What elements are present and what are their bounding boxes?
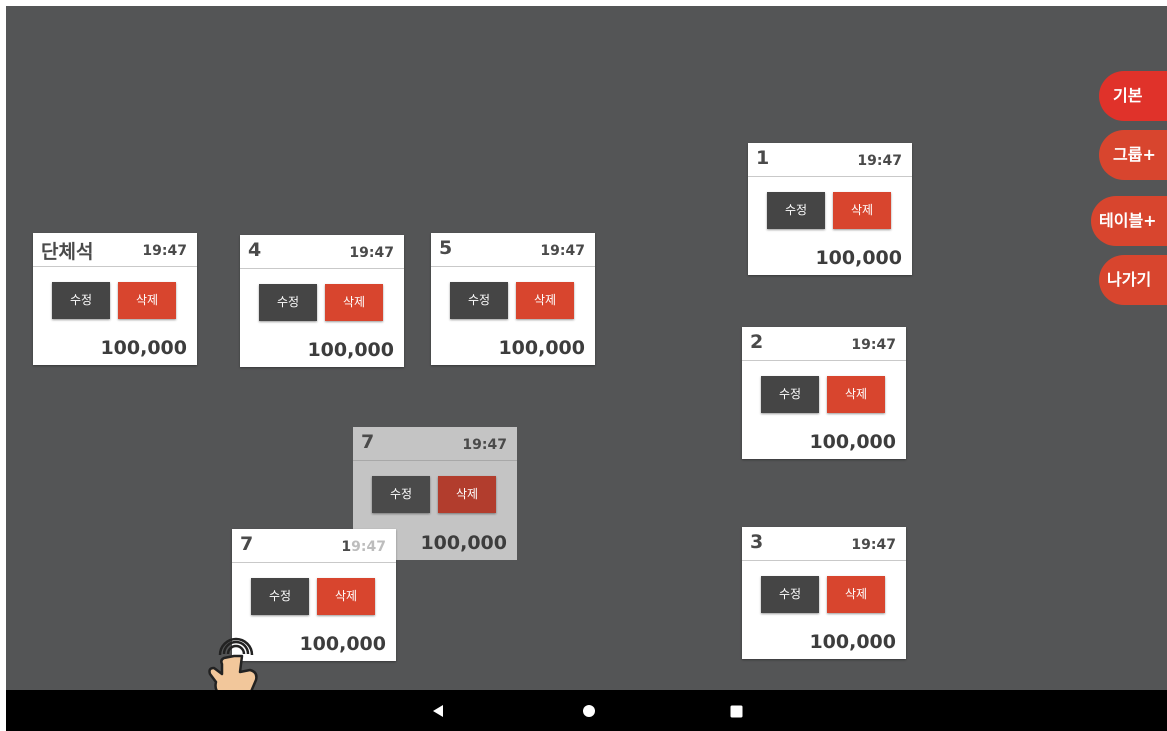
- table-total: 100,000: [307, 339, 394, 361]
- table-time: 19:47: [341, 539, 386, 555]
- card-divider: [742, 560, 906, 561]
- table-total: 100,000: [100, 337, 187, 359]
- table-number: 5: [439, 237, 453, 259]
- table-number: 7: [240, 533, 254, 555]
- delete-button[interactable]: 삭제: [516, 282, 574, 319]
- delete-button[interactable]: 삭제: [827, 576, 885, 613]
- table-time: 19:47: [851, 337, 896, 353]
- card-divider: [240, 268, 404, 269]
- table-number: 4: [248, 239, 262, 261]
- table-card-5[interactable]: 5 19:47 수정 삭제 100,000: [431, 233, 595, 365]
- delete-button[interactable]: 삭제: [833, 192, 891, 229]
- card-divider: [232, 562, 396, 563]
- card-divider: [33, 266, 197, 267]
- floor-plan-canvas[interactable]: 단체석 19:47 수정 삭제 100,000 4 19:47 수정 삭제 10…: [6, 6, 1167, 690]
- table-total: 100,000: [809, 631, 896, 653]
- table-total: 100,000: [498, 337, 585, 359]
- card-divider: [431, 266, 595, 267]
- add-group-button[interactable]: 그룹+: [1099, 130, 1167, 180]
- tap-hand-icon: [208, 637, 258, 700]
- table-card-2[interactable]: 2 19:47 수정 삭제 100,000: [742, 327, 906, 459]
- delete-button[interactable]: 삭제: [827, 376, 885, 413]
- table-number: 2: [750, 331, 764, 353]
- table-card-group[interactable]: 단체석 19:47 수정 삭제 100,000: [33, 233, 197, 365]
- recents-square-icon[interactable]: [730, 705, 743, 718]
- table-total: 100,000: [299, 633, 386, 655]
- delete-button[interactable]: 삭제: [317, 578, 375, 615]
- card-divider: [353, 460, 517, 461]
- table-number: 단체석: [41, 241, 94, 263]
- edit-button: 수정: [372, 476, 430, 513]
- table-time: 19:47: [851, 537, 896, 553]
- edit-button[interactable]: 수정: [450, 282, 508, 319]
- delete-button[interactable]: 삭제: [325, 284, 383, 321]
- edit-button[interactable]: 수정: [761, 576, 819, 613]
- delete-button[interactable]: 삭제: [118, 282, 176, 319]
- edit-button[interactable]: 수정: [251, 578, 309, 615]
- edit-button[interactable]: 수정: [259, 284, 317, 321]
- table-number: 7: [361, 431, 375, 453]
- table-time: 19:47: [540, 243, 585, 259]
- table-time: 19:47: [142, 243, 187, 259]
- table-time: 19:47: [857, 153, 902, 169]
- table-time: 19:47: [349, 245, 394, 261]
- table-number: 3: [750, 531, 764, 553]
- table-total: 100,000: [809, 431, 896, 453]
- back-triangle-icon[interactable]: [431, 704, 445, 718]
- table-total: 100,000: [420, 532, 507, 554]
- exit-button[interactable]: 나가기: [1099, 255, 1167, 305]
- edit-button[interactable]: 수정: [52, 282, 110, 319]
- home-circle-icon[interactable]: [582, 704, 596, 718]
- table-number: 1: [756, 147, 770, 169]
- delete-button: 삭제: [438, 476, 496, 513]
- edit-button[interactable]: 수정: [767, 192, 825, 229]
- add-table-button[interactable]: 테이블+: [1091, 196, 1167, 246]
- card-divider: [742, 360, 906, 361]
- basic-mode-button[interactable]: 기본: [1099, 71, 1167, 121]
- system-navigation-bar: [6, 690, 1167, 731]
- table-card-4[interactable]: 4 19:47 수정 삭제 100,000: [240, 235, 404, 367]
- table-card-3[interactable]: 3 19:47 수정 삭제 100,000: [742, 527, 906, 659]
- table-time: 19:47: [462, 437, 507, 453]
- edit-button[interactable]: 수정: [761, 376, 819, 413]
- card-divider: [748, 176, 912, 177]
- table-total: 100,000: [815, 247, 902, 269]
- table-card-1[interactable]: 1 19:47 수정 삭제 100,000: [748, 143, 912, 275]
